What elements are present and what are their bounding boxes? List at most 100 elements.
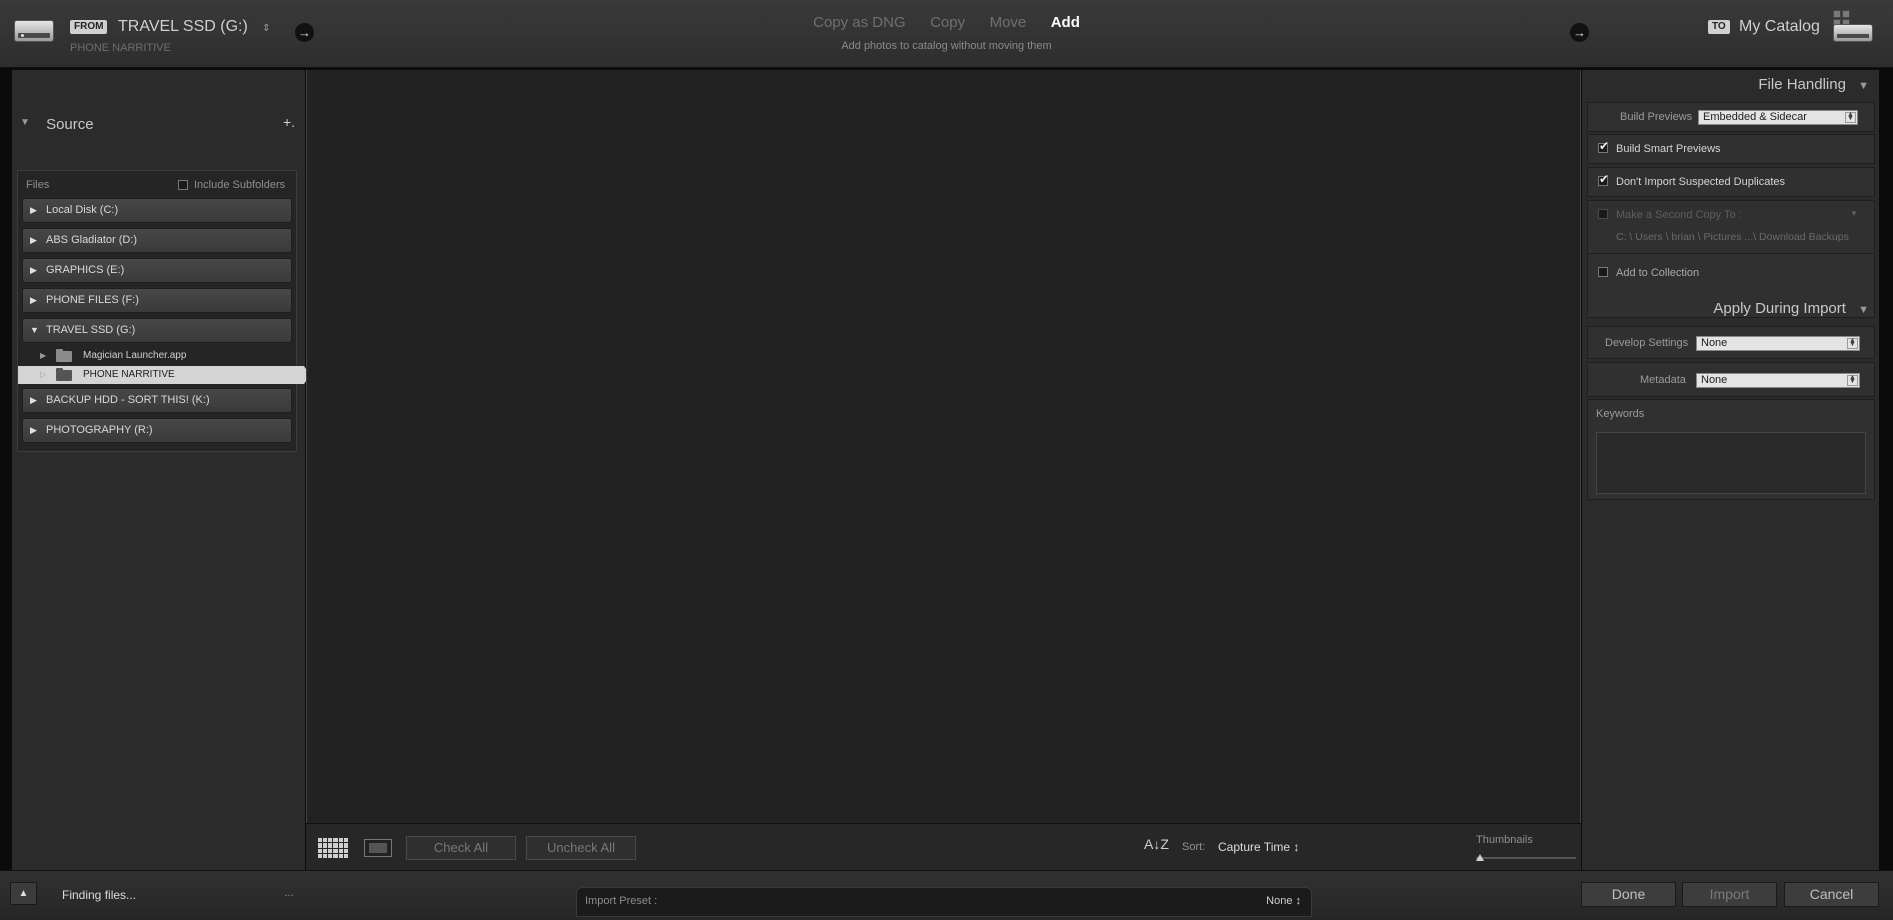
arrow-right-icon: → (1570, 23, 1589, 42)
add-to-collection-label: Add to Collection (1616, 267, 1700, 279)
build-smart-previews-row[interactable]: Build Smart Previews (1587, 134, 1875, 164)
drive-label: GRAPHICS (E:) (46, 264, 125, 276)
to-tag: TO (1708, 20, 1730, 34)
source-title: Source (46, 116, 94, 133)
develop-settings-select[interactable]: None ▲ ▼ (1696, 336, 1860, 351)
collapse-triangle-icon[interactable]: ▼ (20, 117, 30, 128)
second-copy-label: Make a Second Copy To : (1616, 209, 1742, 221)
options-panel: File Handling ▼ Build Previews Embedded … (1582, 70, 1879, 870)
metadata-select[interactable]: None ▲ ▼ (1696, 373, 1860, 388)
drive-label: TRAVEL SSD (G:) (46, 324, 136, 336)
import-mode-selector: Copy as DNG Copy Move Add (0, 14, 1893, 32)
import-preset-label: Import Preset : (585, 895, 658, 907)
add-to-collection-checkbox[interactable] (1598, 267, 1608, 277)
import-preset-bar[interactable]: Import Preset : None ↕ (576, 887, 1312, 917)
metadata-label: Metadata (1640, 374, 1686, 386)
updown-icon: ▲ ▼ (1845, 111, 1856, 123)
mode-copy[interactable]: Copy (930, 14, 965, 31)
collapse-arrow-icon[interactable]: ▼ (30, 319, 39, 342)
slider-knob[interactable] (1476, 854, 1484, 861)
spinner-icon: … (284, 888, 294, 899)
updown-icon: ▲ ▼ (1847, 337, 1858, 349)
dont-import-duplicates-row[interactable]: Don't Import Suspected Duplicates (1587, 167, 1875, 197)
drive-row-travel-ssd[interactable]: ▼ TRAVEL SSD (G:) (22, 318, 292, 343)
drive-label: PHOTOGRAPHY (R:) (46, 424, 153, 436)
expand-arrow-icon[interactable]: ▶ (30, 419, 37, 442)
mode-description: Add photos to catalog without moving the… (841, 40, 1052, 52)
uncheck-all-button[interactable]: Uncheck All (526, 836, 636, 860)
sort-direction-icon[interactable]: A↓Z (1144, 836, 1169, 852)
apply-during-import-title: Apply During Import (1713, 300, 1846, 317)
expand-arrow-outline-icon[interactable]: ▷ (40, 366, 46, 384)
updown-icon: ▲ ▼ (1847, 374, 1858, 386)
drive-label: ABS Gladiator (D:) (46, 234, 138, 246)
drive-label: Local Disk (C:) (46, 204, 119, 216)
collapse-triangle-icon[interactable]: ▼ (1858, 80, 1869, 92)
develop-settings-value: None (1701, 337, 1728, 349)
build-smart-previews-label: Build Smart Previews (1616, 143, 1721, 155)
files-browser: Files Include Subfolders ▶ Local Disk (C… (17, 170, 310, 452)
photo-grid[interactable] (306, 70, 1581, 823)
second-copy-path: C: \ Users \ brian \ Pictures ...\ Downl… (1616, 231, 1849, 243)
thumbnails-label: Thumbnails (1476, 834, 1533, 846)
drive-row-local-disk[interactable]: ▶ Local Disk (C:) (22, 198, 292, 223)
done-button[interactable]: Done (1581, 882, 1676, 907)
mode-copy-as-dng[interactable]: Copy as DNG (813, 14, 906, 31)
include-subfolders-checkbox[interactable] (178, 180, 188, 190)
build-previews-select[interactable]: Embedded & Sidecar ▲ ▼ (1698, 110, 1858, 125)
folder-label: Magician Launcher.app (83, 350, 187, 361)
bottom-bar: ▲ Finding files... … Import Preset : Non… (0, 870, 1893, 920)
drive-row-phone-files[interactable]: ▶ PHONE FILES (F:) (22, 288, 292, 313)
expand-arrow-icon[interactable]: ▶ (30, 259, 37, 282)
check-all-button[interactable]: Check All (406, 836, 516, 860)
grid-toolbar: Check All Uncheck All A↓Z Sort: Capture … (306, 823, 1581, 870)
status-text: Finding files... (62, 888, 137, 902)
drive-row-abs-gladiator[interactable]: ▶ ABS Gladiator (D:) (22, 228, 292, 253)
mode-move[interactable]: Move (990, 14, 1027, 31)
loupe-view-icon[interactable] (364, 839, 392, 857)
expand-panel-button[interactable]: ▲ (10, 882, 37, 905)
drive-row-backup-hdd[interactable]: ▶ BACKUP HDD - SORT THIS! (K:) (22, 388, 292, 413)
dont-import-duplicates-checkbox[interactable] (1598, 172, 1609, 186)
grid-view-icon[interactable] (318, 838, 348, 858)
expand-arrow-icon[interactable]: ▶ (30, 389, 37, 412)
drive-label: BACKUP HDD - SORT THIS! (K:) (46, 394, 210, 406)
folder-row-magician-launcher[interactable]: ▶ Magician Launcher.app (18, 347, 298, 365)
import-preset-dropdown[interactable]: None ↕ (1266, 895, 1301, 907)
build-previews-label: Build Previews (1620, 111, 1693, 123)
build-smart-previews-checkbox[interactable] (1598, 139, 1609, 153)
drive-row-graphics[interactable]: ▶ GRAPHICS (E:) (22, 258, 292, 283)
expand-arrow-icon[interactable]: ▶ (30, 289, 37, 312)
thumbnail-size-slider[interactable] (1476, 857, 1576, 859)
folder-row-phone-narritive[interactable]: ▷ PHONE NARRITIVE (18, 366, 310, 384)
divider (1588, 253, 1874, 254)
file-handling-header[interactable]: File Handling ▼ (1758, 76, 1869, 93)
second-copy-checkbox[interactable] (1598, 209, 1608, 219)
keywords-row: Keywords (1587, 399, 1875, 500)
files-label: Files (26, 179, 50, 191)
keywords-label: Keywords (1596, 408, 1645, 420)
expand-arrow-icon[interactable]: ▶ (30, 229, 37, 252)
sort-dropdown[interactable]: Capture Time ↕ (1218, 840, 1299, 854)
keywords-input[interactable] (1596, 432, 1866, 494)
folder-label: PHONE NARRITIVE (83, 369, 175, 380)
source-panel: ▼ Source +. Files Include Subfolders ▶ L… (12, 70, 310, 870)
add-source-icon[interactable]: +. (283, 114, 295, 130)
folder-icon (56, 349, 72, 362)
metadata-value: None (1701, 374, 1728, 386)
collapse-triangle-icon[interactable]: ▼ (1858, 304, 1869, 316)
chevron-down-icon: ▼ (1850, 209, 1858, 218)
cancel-button[interactable]: Cancel (1784, 882, 1879, 907)
expand-arrow-icon[interactable]: ▶ (40, 347, 46, 365)
file-handling-title: File Handling (1758, 76, 1846, 93)
mode-add[interactable]: Add (1051, 14, 1080, 31)
include-subfolders-label: Include Subfolders (194, 179, 286, 191)
apply-during-import-header[interactable]: Apply During Import ▼ (1713, 300, 1869, 317)
expand-arrow-icon[interactable]: ▶ (30, 199, 37, 222)
metadata-row: Metadata None ▲ ▼ (1587, 362, 1875, 397)
import-button[interactable]: Import (1682, 882, 1777, 907)
build-previews-value: Embedded & Sidecar (1703, 111, 1807, 123)
drive-row-photography[interactable]: ▶ PHOTOGRAPHY (R:) (22, 418, 292, 443)
to-catalog-label[interactable]: My Catalog (1739, 18, 1820, 36)
source-header[interactable]: ▼ Source (20, 116, 94, 133)
